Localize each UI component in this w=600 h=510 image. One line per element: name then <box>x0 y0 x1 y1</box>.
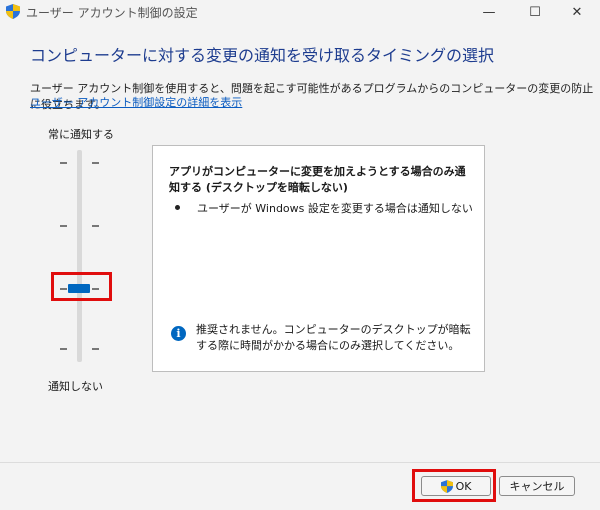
close-button[interactable]: ✕ <box>554 0 600 24</box>
slider-tick-left-4 <box>60 348 67 350</box>
slider-tick-left-2 <box>60 225 67 227</box>
level-description-title: アプリがコンピューターに変更を加えようとする場合のみ通知する (デスクトップを暗… <box>169 165 466 194</box>
level-description-note: 推奨されません。コンピューターのデスクトップが暗転する際に時間がかかる場合にのみ… <box>196 323 471 352</box>
uac-shield-icon <box>6 4 20 19</box>
slider-tick-right-1 <box>92 162 99 164</box>
cancel-button[interactable]: キャンセル <box>499 476 575 496</box>
window-title: ユーザー アカウント制御の設定 <box>26 6 198 20</box>
details-link[interactable]: ユーザー アカウント制御設定の詳細を表示 <box>30 94 242 110</box>
page-heading: コンピューターに対する変更の通知を受け取るタイミングの選択 <box>30 46 495 65</box>
slider-top-label: 常に通知する <box>48 128 114 141</box>
bullet-icon <box>175 205 180 210</box>
slider-tick-right-2 <box>92 225 99 227</box>
minimize-button[interactable]: — <box>466 0 512 24</box>
slider-tick-right-4 <box>92 348 99 350</box>
maximize-button[interactable]: ☐ <box>512 0 558 24</box>
maximize-icon: ☐ <box>529 4 541 20</box>
slider-tick-left-1 <box>60 162 67 164</box>
title-bar: ユーザー アカウント制御の設定 — ☐ ✕ <box>0 0 600 24</box>
level-description-bullet: ユーザーが Windows 設定を変更する場合は通知しない <box>197 202 473 215</box>
slider-bottom-label: 通知しない <box>48 380 103 393</box>
ok-button-highlight <box>412 469 496 502</box>
info-icon: i <box>171 326 186 341</box>
close-icon: ✕ <box>571 4 583 20</box>
slider-track[interactable] <box>77 150 82 362</box>
slider-thumb-highlight <box>51 272 112 301</box>
minimize-icon: — <box>482 4 496 20</box>
level-description-panel: アプリがコンピューターに変更を加えようとする場合のみ通知する (デスクトップを暗… <box>152 145 485 372</box>
cancel-button-label: キャンセル <box>509 480 565 493</box>
